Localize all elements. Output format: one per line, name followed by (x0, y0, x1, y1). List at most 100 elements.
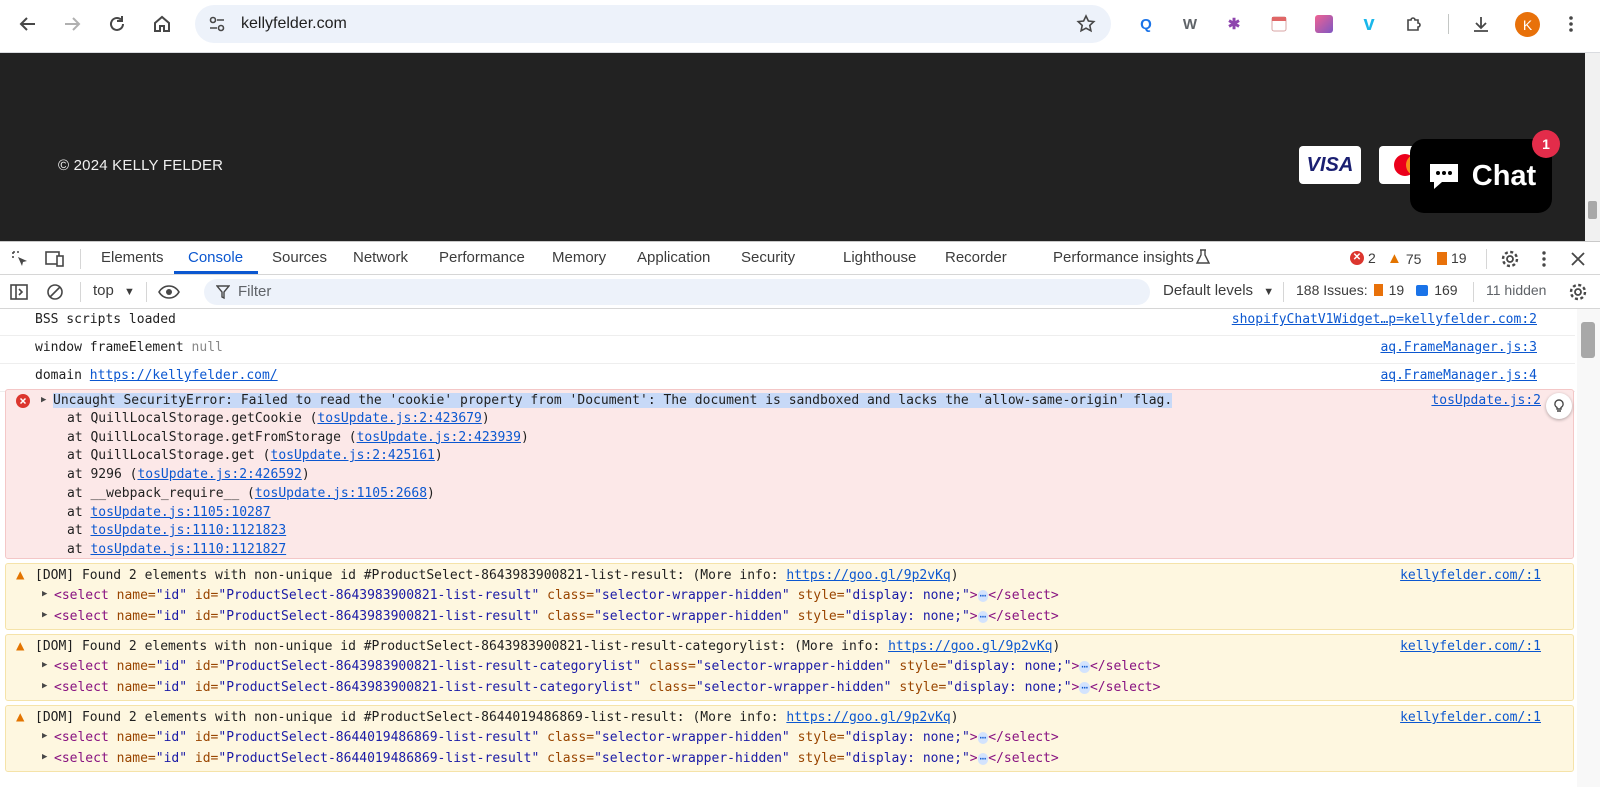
extension-gear-icon[interactable]: ✱ (1222, 12, 1246, 36)
expand-triangle-icon[interactable]: ▶ (42, 610, 47, 620)
address-bar[interactable]: kellyfelder.com (195, 5, 1111, 43)
extensions-puzzle-icon[interactable] (1402, 12, 1426, 36)
warning-source-link[interactable]: kellyfelder.com/:1 (1400, 568, 1541, 583)
collapsed-children-ellipsis[interactable]: ⋯ (1079, 682, 1090, 694)
stack-frame-link[interactable]: tosUpdate.js:2:423939 (357, 430, 521, 445)
log-source-link[interactable]: shopifyChatV1Widget…p=kellyfelder.com:2 (1232, 312, 1537, 327)
warning-text: [DOM] Found 2 elements with non-unique i… (35, 639, 889, 654)
domain-link[interactable]: https://kellyfelder.com/ (90, 368, 278, 383)
console-scrollbar[interactable] (1577, 309, 1600, 787)
inspect-element-icon[interactable] (8, 247, 32, 271)
extension-gradient-icon[interactable] (1312, 12, 1336, 36)
stack-frame-link[interactable]: tosUpdate.js:2:426592 (137, 467, 301, 482)
log-source-link[interactable]: aq.FrameManager.js:4 (1380, 368, 1537, 383)
collapsed-children-ellipsis[interactable]: ⋯ (977, 611, 989, 623)
page-scrollbar[interactable] (1585, 53, 1600, 241)
stack-frame-link[interactable]: tosUpdate.js:2:425161 (271, 448, 435, 463)
tab-sources[interactable]: Sources (272, 249, 327, 266)
reload-icon[interactable] (100, 9, 134, 39)
error-source-link[interactable]: tosUpdate.js:2 (1431, 393, 1541, 408)
warning-count[interactable]: ▲ 75 (1387, 250, 1421, 267)
select-element-node[interactable]: <select name="id" id="ProductSelect-8643… (54, 588, 1059, 603)
node-attr-name: style= (899, 659, 947, 674)
node-attr-name: class= (648, 680, 696, 695)
select-element-node[interactable]: <select name="id" id="ProductSelect-8643… (54, 680, 1160, 695)
expand-triangle-icon[interactable]: ▶ (42, 589, 47, 599)
warning-source-link[interactable]: kellyfelder.com/:1 (1400, 639, 1541, 654)
tab-memory[interactable]: Memory (552, 249, 606, 266)
expand-triangle-icon[interactable]: ▶ (41, 395, 46, 405)
stack-frame-link[interactable]: tosUpdate.js:2:423679 (317, 411, 481, 426)
tab-application[interactable]: Application (637, 249, 710, 266)
stack-frame-link[interactable]: tosUpdate.js:1110:1121823 (90, 523, 286, 538)
forward-icon[interactable] (55, 9, 89, 39)
device-toolbar-icon[interactable] (43, 247, 67, 271)
console-settings-gear-icon[interactable] (1566, 280, 1590, 304)
browser-menu-icon[interactable] (1559, 12, 1583, 36)
sidebar-toggle-icon[interactable] (7, 280, 31, 304)
flask-icon (1195, 248, 1211, 269)
close-devtools-icon[interactable] (1566, 247, 1590, 271)
expand-triangle-icon[interactable]: ▶ (42, 660, 47, 670)
chat-label[interactable]: Chat (1472, 160, 1536, 193)
more-info-link[interactable]: https://goo.gl/9p2vKq (786, 710, 950, 725)
tab-network[interactable]: Network (353, 249, 408, 266)
expand-triangle-icon[interactable]: ▶ (42, 752, 47, 762)
log-levels-dropdown[interactable]: Default levels ▼ (1163, 282, 1274, 299)
warning-source-link[interactable]: kellyfelder.com/:1 (1400, 710, 1541, 725)
collapsed-children-ellipsis[interactable]: ⋯ (977, 753, 989, 765)
more-info-link[interactable]: https://goo.gl/9p2vKq (786, 568, 950, 583)
tab-console[interactable]: Console (188, 249, 243, 266)
collapsed-children-ellipsis[interactable]: ⋯ (977, 732, 989, 744)
extension-w-icon[interactable]: W (1178, 12, 1202, 36)
context-selector[interactable]: top ▼ (93, 282, 135, 299)
issue-count[interactable]: 19 (1437, 250, 1467, 266)
chat-button[interactable]: Chat (1410, 139, 1552, 213)
collapsed-children-ellipsis[interactable]: ⋯ (977, 590, 989, 602)
stack-frame-link[interactable]: tosUpdate.js:1105:2668 (255, 486, 427, 501)
select-element-node[interactable]: <select name="id" id="ProductSelect-8644… (54, 730, 1059, 745)
select-element-node[interactable]: <select name="id" id="ProductSelect-8643… (54, 609, 1059, 624)
select-element-node[interactable]: <select name="id" id="ProductSelect-8643… (54, 659, 1160, 674)
tab-security[interactable]: Security (741, 249, 795, 266)
issues-summary[interactable]: 188 Issues: 19 169 (1296, 282, 1458, 298)
page-scroll-thumb[interactable] (1588, 201, 1597, 219)
bookmark-star-icon[interactable] (1071, 9, 1101, 39)
collapsed-children-ellipsis[interactable]: ⋯ (1079, 661, 1090, 673)
download-icon[interactable] (1469, 12, 1493, 36)
tab-elements[interactable]: Elements (101, 249, 164, 266)
clear-console-icon[interactable] (43, 280, 67, 304)
live-expression-eye-icon[interactable] (157, 280, 181, 304)
extension-calendar-icon[interactable] (1267, 12, 1291, 36)
stack-frame: at QuillLocalStorage.get (tosUpdate.js:2… (67, 448, 443, 463)
null-value: null (191, 340, 223, 355)
more-info-link[interactable]: https://goo.gl/9p2vKq (888, 639, 1052, 654)
home-icon[interactable] (145, 9, 179, 39)
select-element-node[interactable]: <select name="id" id="ProductSelect-8644… (54, 751, 1059, 766)
filter-input[interactable]: Filter (204, 279, 1150, 305)
log-source-link[interactable]: aq.FrameManager.js:3 (1380, 340, 1537, 355)
error-count[interactable]: ✕ 2 (1350, 250, 1376, 266)
tab-recorder[interactable]: Recorder (945, 249, 1007, 266)
expand-triangle-icon[interactable]: ▶ (42, 731, 47, 741)
node-attr-value: "display: none;" (946, 680, 1072, 695)
stack-frame: at tosUpdate.js:1110:1121827 (67, 542, 286, 557)
tab-performance[interactable]: Performance (439, 249, 525, 266)
understand-message-bulb-icon[interactable] (1546, 393, 1572, 419)
tab-performance-insights[interactable]: Performance insights (1053, 249, 1194, 266)
back-icon[interactable] (11, 9, 45, 39)
stack-frame-link[interactable]: tosUpdate.js:1110:1121827 (90, 542, 286, 557)
stack-frame-link[interactable]: tosUpdate.js:1105:10287 (90, 505, 270, 520)
expand-triangle-icon[interactable]: ▶ (42, 681, 47, 691)
profile-avatar[interactable]: K (1515, 12, 1540, 37)
extension-vimeo-icon[interactable]: v (1357, 12, 1381, 36)
console-scroll-thumb[interactable] (1581, 322, 1595, 358)
settings-gear-icon[interactable] (1498, 247, 1522, 271)
site-info-icon[interactable] (203, 10, 231, 38)
extension-q-icon[interactable]: Q (1134, 12, 1158, 36)
devtools-tabbar: Elements Console Sources Network Perform… (0, 242, 1600, 275)
tab-lighthouse[interactable]: Lighthouse (843, 249, 916, 266)
node-attr-value: "id" (155, 609, 195, 624)
more-options-icon[interactable] (1532, 247, 1556, 271)
url-text[interactable]: kellyfelder.com (241, 15, 347, 33)
